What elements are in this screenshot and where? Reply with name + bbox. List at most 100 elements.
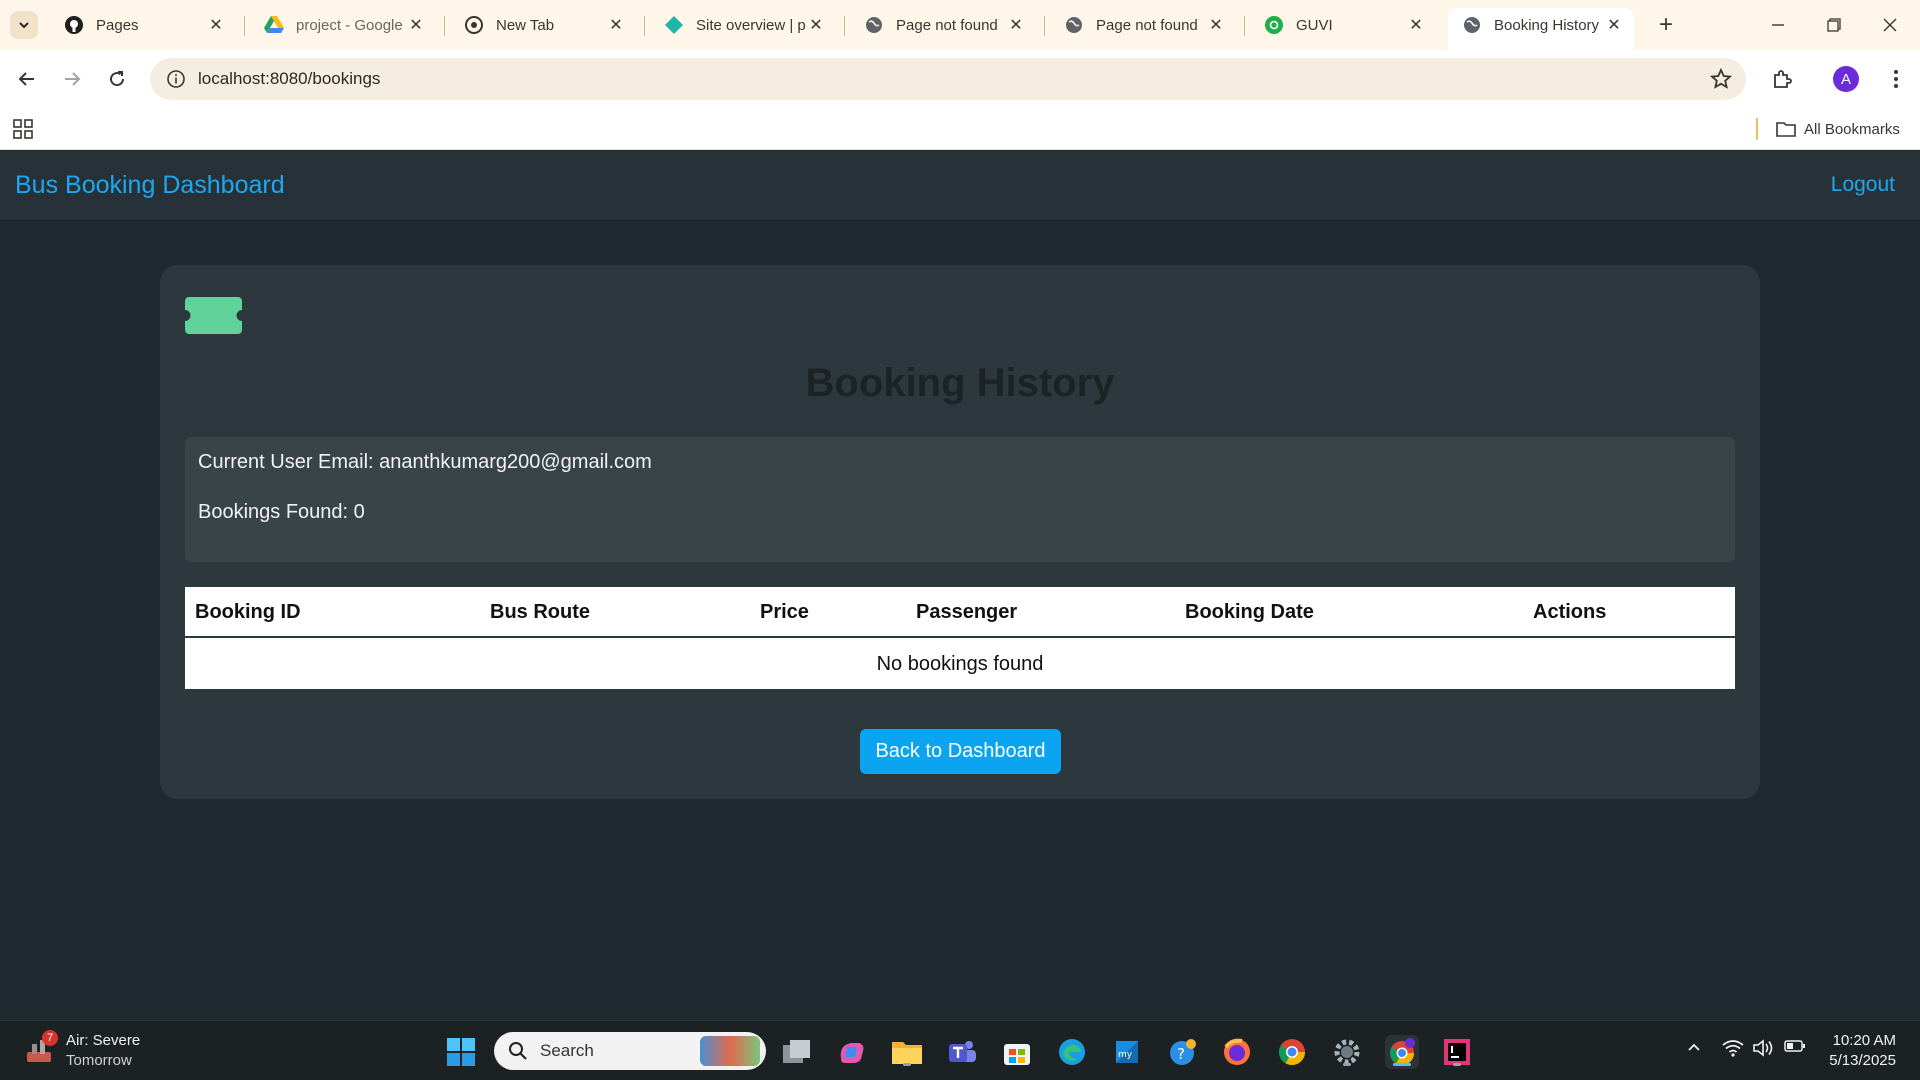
restore-icon bbox=[1827, 18, 1841, 32]
tab-new-tab[interactable]: New Tab ✕ bbox=[450, 8, 636, 42]
forward-button[interactable] bbox=[55, 62, 89, 96]
profile-button[interactable]: A bbox=[1830, 63, 1862, 95]
browser-menu-button[interactable] bbox=[1880, 63, 1912, 95]
browser-toolbar: localhost:8080/bookings A bbox=[0, 50, 1920, 108]
reload-button[interactable] bbox=[100, 62, 134, 96]
search-placeholder: Search bbox=[540, 1041, 594, 1060]
chrome-icon bbox=[1278, 1039, 1306, 1066]
task-view-icon bbox=[783, 1040, 810, 1063]
edge-button[interactable] bbox=[1055, 1035, 1089, 1069]
tab-project-google[interactable]: project - Google ✕ bbox=[250, 8, 436, 42]
tab-separator bbox=[644, 16, 645, 36]
all-bookmarks-button[interactable]: All Bookmarks bbox=[1776, 116, 1900, 142]
tab-pages[interactable]: Pages ✕ bbox=[50, 8, 236, 42]
close-icon[interactable]: ✕ bbox=[806, 15, 826, 35]
wifi-icon[interactable] bbox=[1722, 1039, 1744, 1057]
booking-history-card: Booking History Current User Email: anan… bbox=[160, 265, 1760, 799]
weather-widget[interactable]: 7 Air: Severe Tomorrow bbox=[24, 1030, 140, 1071]
myhp-button[interactable]: my bbox=[1110, 1035, 1144, 1069]
page-content: Bus Booking Dashboard Logout Booking His… bbox=[0, 151, 1920, 1020]
teams-icon bbox=[949, 1041, 976, 1062]
teams-button[interactable] bbox=[945, 1035, 979, 1069]
myhp-icon: my bbox=[1116, 1041, 1138, 1063]
system-clock[interactable]: 10:20 AM 5/13/2025 bbox=[1829, 1031, 1896, 1071]
volume-icon[interactable] bbox=[1752, 1039, 1774, 1057]
globe-icon bbox=[1064, 15, 1084, 35]
chevron-down-icon bbox=[19, 22, 29, 29]
chrome-button[interactable] bbox=[1275, 1035, 1309, 1069]
running-indicator bbox=[1453, 1063, 1461, 1066]
battery-icon[interactable] bbox=[1784, 1039, 1806, 1053]
plus-icon: + bbox=[1658, 11, 1673, 38]
tab-site-overview[interactable]: Site overview | p ✕ bbox=[650, 8, 836, 42]
task-view-button[interactable] bbox=[780, 1035, 814, 1069]
all-bookmarks-label: All Bookmarks bbox=[1804, 120, 1900, 138]
file-explorer-button[interactable] bbox=[890, 1035, 924, 1069]
start-button[interactable] bbox=[444, 1035, 478, 1069]
close-icon[interactable]: ✕ bbox=[206, 15, 226, 35]
store-icon bbox=[1004, 1044, 1030, 1065]
close-icon[interactable]: ✕ bbox=[1406, 15, 1426, 35]
intellij-button[interactable] bbox=[1440, 1035, 1474, 1069]
bookmark-star-icon[interactable] bbox=[1709, 67, 1733, 95]
minimize-button[interactable] bbox=[1750, 0, 1806, 50]
app-navbar: Bus Booking Dashboard Logout bbox=[0, 151, 1920, 221]
taskbar-search[interactable]: Search bbox=[494, 1032, 766, 1070]
firefox-button[interactable] bbox=[1220, 1035, 1254, 1069]
logout-link[interactable]: Logout bbox=[1831, 173, 1895, 197]
clock-time: 10:20 AM bbox=[1832, 1032, 1896, 1049]
new-tab-button[interactable]: + bbox=[1652, 11, 1680, 39]
clock-date: 5/13/2025 bbox=[1829, 1052, 1896, 1069]
avatar: A bbox=[1833, 66, 1859, 92]
reload-icon bbox=[110, 71, 125, 87]
back-button[interactable] bbox=[10, 62, 44, 96]
chrome-profile-button[interactable] bbox=[1385, 1035, 1419, 1069]
microsoft-store-button[interactable] bbox=[1000, 1035, 1034, 1069]
restore-button[interactable] bbox=[1806, 0, 1862, 50]
table-row-empty: No bookings found bbox=[876, 653, 1044, 675]
show-hidden-icons-button[interactable] bbox=[1686, 1039, 1702, 1055]
close-window-button[interactable] bbox=[1862, 0, 1918, 50]
arrow-right-icon bbox=[65, 72, 81, 86]
tab-title: Page not found bbox=[1096, 16, 1198, 34]
globe-icon bbox=[1462, 15, 1482, 35]
running-indicator bbox=[903, 1063, 911, 1066]
copilot-button[interactable] bbox=[835, 1035, 869, 1069]
tab-booking-history[interactable]: Booking History ✕ bbox=[1448, 8, 1634, 50]
tab-separator bbox=[1244, 16, 1245, 36]
close-icon[interactable]: ✕ bbox=[1604, 15, 1624, 35]
tab-page-not-found-2[interactable]: Page not found ✕ bbox=[1050, 8, 1236, 42]
guvi-icon bbox=[1264, 15, 1284, 35]
firefox-icon bbox=[1224, 1038, 1250, 1065]
settings-button[interactable] bbox=[1330, 1035, 1364, 1069]
tab-strip: Pages ✕ project - Google ✕ New Tab ✕ Sit… bbox=[0, 0, 1920, 50]
get-help-button[interactable]: ? bbox=[1165, 1035, 1199, 1069]
site-info-icon[interactable] bbox=[154, 69, 198, 89]
tab-guvi[interactable]: GUVI ✕ bbox=[1250, 8, 1436, 42]
arrow-left-icon bbox=[18, 72, 34, 86]
close-icon[interactable]: ✕ bbox=[606, 15, 626, 35]
extensions-button[interactable] bbox=[1766, 63, 1798, 95]
page-title: Booking History bbox=[805, 361, 1115, 405]
back-to-dashboard-button[interactable]: Back to Dashboard bbox=[860, 729, 1061, 774]
edge-icon bbox=[1059, 1039, 1085, 1065]
tab-title: Pages bbox=[96, 16, 139, 34]
close-icon[interactable]: ✕ bbox=[1006, 15, 1026, 35]
tab-separator bbox=[844, 16, 845, 36]
weather-subtitle: Tomorrow bbox=[66, 1052, 132, 1069]
bookmarks-separator bbox=[1756, 118, 1758, 140]
apps-grid-icon[interactable] bbox=[12, 118, 34, 145]
brand-link[interactable]: Bus Booking Dashboard bbox=[15, 171, 285, 200]
netlify-icon bbox=[664, 15, 684, 35]
taskbar: 7 Air: Severe Tomorrow Search my ? 10:20… bbox=[0, 1020, 1920, 1080]
close-icon[interactable]: ✕ bbox=[1206, 15, 1226, 35]
tab-title: Booking History bbox=[1494, 16, 1600, 34]
tab-page-not-found-1[interactable]: Page not found ✕ bbox=[850, 8, 1036, 42]
close-icon[interactable]: ✕ bbox=[406, 15, 426, 35]
bookmarks-bar: All Bookmarks bbox=[0, 108, 1920, 150]
table-header: Booking ID Bus Route Price Passenger Boo… bbox=[185, 587, 1735, 638]
folder-icon bbox=[1776, 122, 1796, 137]
chrome-icon bbox=[464, 15, 484, 35]
address-bar[interactable]: localhost:8080/bookings bbox=[150, 58, 1746, 100]
tab-search-button[interactable] bbox=[10, 11, 38, 39]
